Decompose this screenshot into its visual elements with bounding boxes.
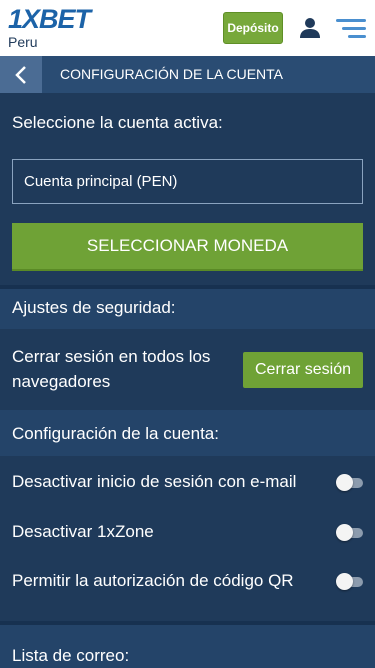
- logout-all-browsers-label: Cerrar sesión en todos los navegadores: [12, 347, 211, 391]
- mailing-heading: Lista de correo:: [12, 646, 130, 665]
- back-button[interactable]: [0, 56, 42, 93]
- toggle-label-1xzone: Desactivar 1xZone: [12, 522, 154, 541]
- toggle-label-qr-auth: Permitir la autorización de código QR: [12, 571, 294, 590]
- settings-heading: Configuración de la cuenta:: [12, 424, 219, 443]
- region-label: Peru: [8, 34, 38, 50]
- app-header: 1XBET Peru Depósito: [0, 0, 375, 56]
- toggle-1xzone[interactable]: [336, 524, 363, 541]
- chevron-left-icon: [15, 65, 26, 84]
- hamburger-menu-icon[interactable]: [336, 17, 366, 39]
- toggle-qr-auth[interactable]: [336, 573, 363, 590]
- page-titlebar: CONFIGURACIÓN DE LA CUENTA: [0, 56, 375, 93]
- page-title: CONFIGURACIÓN DE LA CUENTA: [60, 66, 283, 82]
- user-icon[interactable]: [299, 17, 321, 39]
- logout-button[interactable]: Cerrar sesión: [243, 352, 363, 388]
- toggle-email-login[interactable]: [336, 474, 363, 491]
- toggle-knob: [336, 524, 353, 541]
- toggle-knob: [336, 474, 353, 491]
- security-heading: Ajustes de seguridad:: [12, 298, 176, 317]
- brand-logo[interactable]: 1XBET: [8, 5, 91, 33]
- account-select[interactable]: Cuenta principal (PEN): [12, 159, 363, 204]
- toggle-label-email-login: Desactivar inicio de sesión con e-mail: [12, 472, 297, 491]
- select-currency-button[interactable]: SELECCIONAR MONEDA: [12, 223, 363, 271]
- active-account-heading: Seleccione la cuenta activa:: [12, 113, 223, 132]
- deposit-button[interactable]: Depósito: [223, 12, 283, 44]
- toggle-knob: [336, 573, 353, 590]
